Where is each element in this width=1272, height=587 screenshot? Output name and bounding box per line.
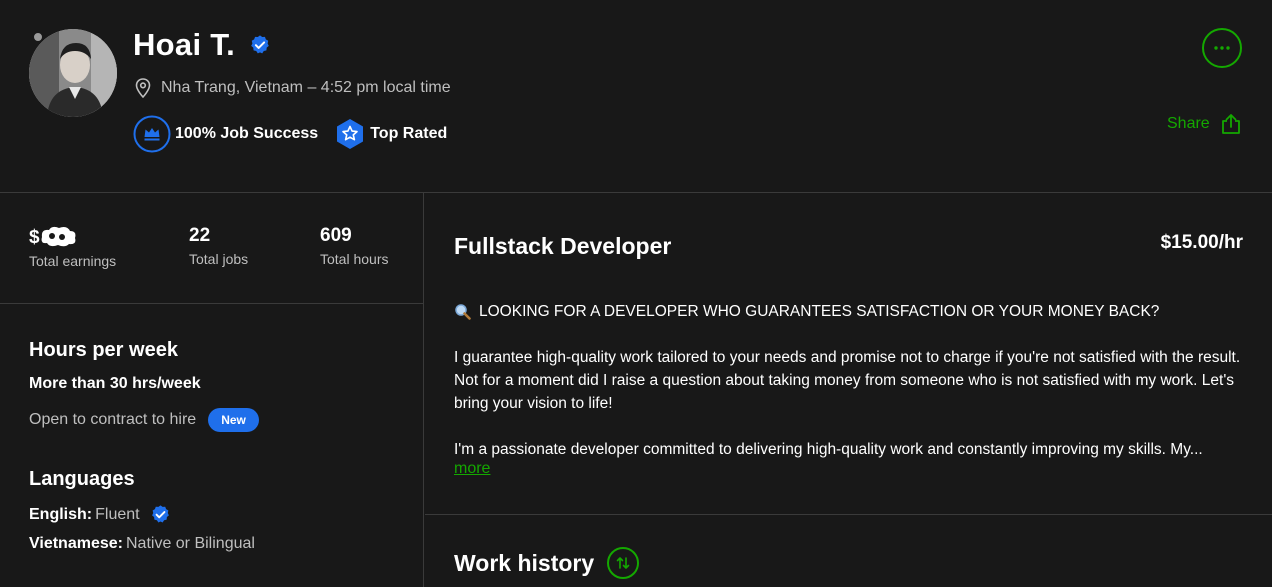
profile-title: Fullstack Developer bbox=[454, 233, 672, 259]
languages-title: Languages bbox=[29, 468, 135, 490]
sort-arrows-icon bbox=[615, 555, 631, 571]
language-level: Native or Bilingual bbox=[125, 535, 255, 552]
top-rated-badge[interactable]: Top Rated bbox=[336, 118, 447, 150]
stat-value-jobs: 22 bbox=[189, 225, 211, 246]
stat-label-jobs: Total jobs bbox=[189, 251, 249, 267]
language-level: Fluent bbox=[95, 505, 140, 523]
language-name: Vietnamese: bbox=[29, 535, 123, 552]
sidebar: $ Total earnings 22 Total jobs 609 Total… bbox=[0, 193, 424, 587]
stat-value-hours: 609 bbox=[320, 225, 352, 246]
location-row: Nha Trang, Vietnam – 4:52 pm local time bbox=[135, 78, 451, 98]
work-history-header: Work history bbox=[454, 547, 640, 579]
description-headline: LOOKING FOR A DEVELOPER WHO GUARANTEES S… bbox=[454, 300, 1244, 323]
main-content: Fullstack Developer $15.00/hr LOOKING FO… bbox=[425, 193, 1272, 587]
status-dot bbox=[32, 31, 44, 43]
profile-name: Hoai T. bbox=[133, 27, 236, 62]
location-pin-icon bbox=[135, 78, 153, 98]
top-rated-label: Top Rated bbox=[370, 125, 448, 142]
share-label: Share bbox=[1167, 115, 1210, 132]
stat-label-earnings: Total earnings bbox=[29, 253, 117, 269]
ellipsis-icon bbox=[1214, 46, 1230, 50]
name-row: Hoai T. bbox=[133, 27, 271, 63]
stat-total-jobs: 22 Total jobs bbox=[189, 225, 248, 267]
stats-panel: $ Total earnings 22 Total jobs 609 Total… bbox=[0, 193, 423, 304]
job-success-badge[interactable]: 100% Job Success bbox=[133, 115, 318, 153]
avatar[interactable] bbox=[29, 29, 117, 117]
stat-value-earnings: $ bbox=[29, 225, 116, 249]
description-headline-text: LOOKING FOR A DEVELOPER WHO GUARANTEES S… bbox=[479, 303, 1160, 320]
language-item: English: Fluent bbox=[29, 504, 171, 525]
language-item: Vietnamese: Native or Bilingual bbox=[29, 535, 255, 553]
description-paragraph: I guarantee high-quality work tailored t… bbox=[454, 349, 1241, 412]
crown-icon bbox=[133, 115, 171, 153]
hourly-rate: $15.00/hr bbox=[1160, 232, 1243, 253]
more-options-button[interactable] bbox=[1202, 28, 1242, 68]
profile-overview: Fullstack Developer $15.00/hr LOOKING FO… bbox=[425, 193, 1272, 515]
job-success-label: 100% Job Success bbox=[175, 125, 319, 142]
work-history-title: Work history bbox=[454, 549, 595, 576]
stat-total-hours: 609 Total hours bbox=[320, 225, 388, 267]
new-badge: New bbox=[208, 408, 259, 432]
contract-to-hire: Open to contract to hire New bbox=[29, 408, 259, 432]
location-text: Nha Trang, Vietnam – 4:52 pm local time bbox=[161, 79, 451, 96]
description-paragraph: I'm a passionate developer committed to … bbox=[454, 441, 1203, 458]
magnifier-icon bbox=[454, 303, 471, 320]
redacted-blob bbox=[38, 225, 78, 247]
verified-badge-icon bbox=[249, 34, 271, 56]
share-upload-icon bbox=[1220, 113, 1242, 135]
sort-button[interactable] bbox=[607, 547, 640, 579]
stat-total-earnings: $ Total earnings bbox=[29, 225, 116, 269]
language-name: English: bbox=[29, 505, 93, 523]
hours-per-week-title: Hours per week bbox=[29, 339, 178, 361]
verified-badge-icon bbox=[150, 504, 171, 525]
more-link[interactable]: more bbox=[454, 460, 490, 478]
avatar-container bbox=[29, 29, 117, 117]
hours-per-week-value: More than 30 hrs/week bbox=[29, 375, 201, 392]
star-badge-icon bbox=[336, 118, 364, 150]
badges-row: 100% Job Success Top Rated bbox=[133, 115, 447, 153]
stat-label-hours: Total hours bbox=[320, 251, 389, 267]
contract-to-hire-text: Open to contract to hire bbox=[29, 411, 197, 428]
share-button[interactable]: Share bbox=[1167, 113, 1242, 135]
profile-header: Hoai T. Nha Trang, Vietnam – 4:52 pm loc… bbox=[0, 0, 1272, 193]
profile-description: LOOKING FOR A DEVELOPER WHO GUARANTEES S… bbox=[454, 300, 1244, 461]
